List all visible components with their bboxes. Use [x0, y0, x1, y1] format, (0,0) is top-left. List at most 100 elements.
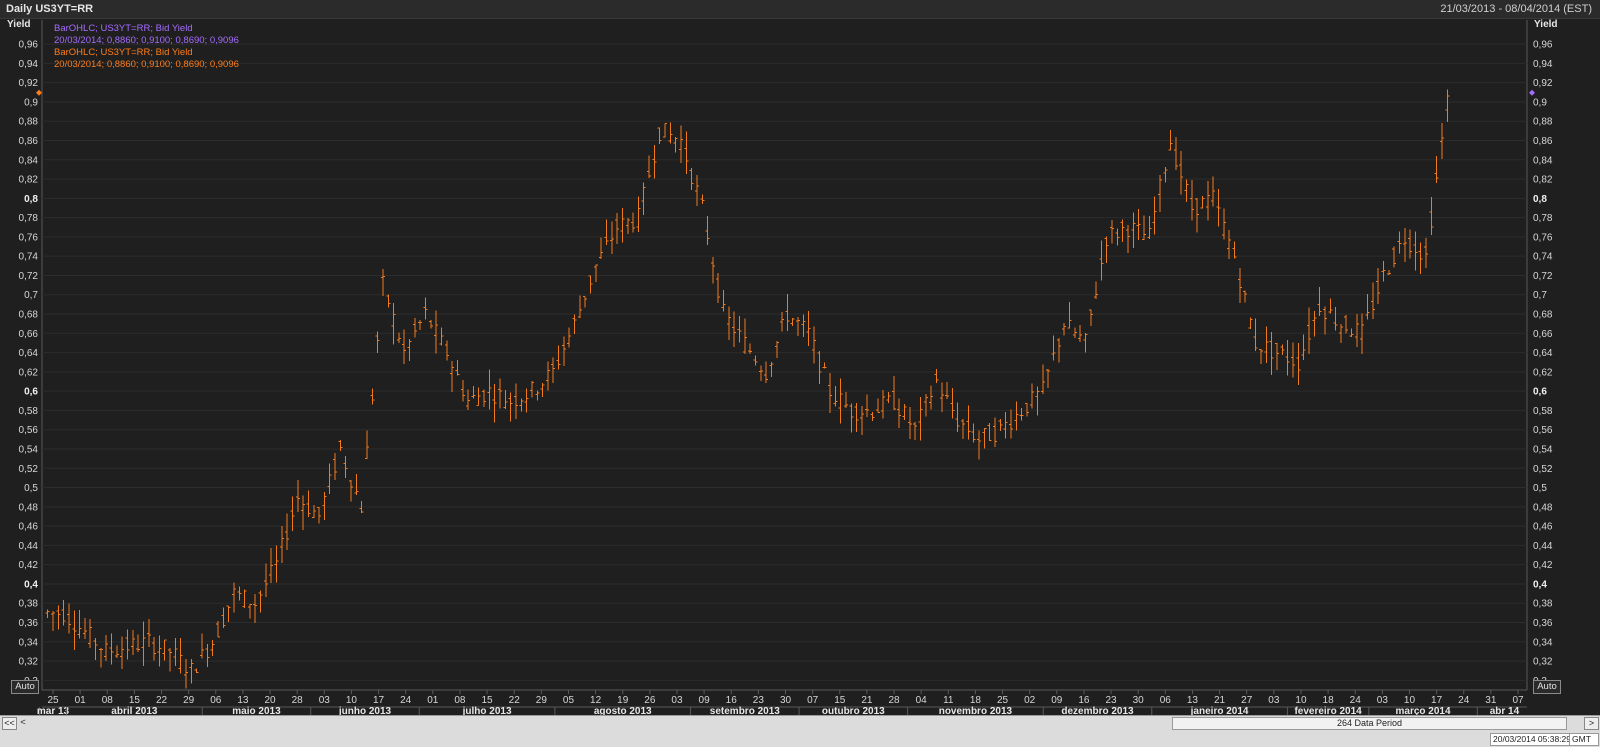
y-tick-label-left: 0,96 — [19, 40, 39, 51]
y-tick-label-right: 0,58 — [1533, 406, 1553, 417]
x-tick-label: 23 — [753, 695, 765, 706]
ohlc-bar — [1418, 242, 1423, 274]
ohlc-bar — [1354, 313, 1359, 347]
y-tick-label-left: 0,9 — [24, 97, 38, 108]
y-tick-label-right: 0,48 — [1533, 502, 1553, 513]
ohlc-bar — [529, 380, 534, 398]
y-tick-label-left: 0,38 — [19, 599, 39, 610]
ohlc-bar — [61, 600, 66, 626]
ohlc-bar — [1094, 281, 1099, 300]
auto-scale-left-button[interactable]: Auto — [11, 680, 39, 694]
scroll-left-button[interactable]: < — [18, 717, 28, 728]
y-tick-label-left: 0,46 — [19, 522, 39, 533]
y-tick-label-left: 0,64 — [19, 348, 39, 359]
y-tick-label-right: 0,8 — [1533, 194, 1547, 205]
ohlc-bar — [45, 609, 50, 618]
ohlc-bar — [1365, 293, 1370, 320]
ohlc-bar — [535, 390, 540, 401]
ohlc-bar — [1120, 219, 1125, 243]
ohlc-bar — [891, 375, 896, 411]
ohlc-bar — [897, 398, 902, 428]
y-tick-label-right: 0,54 — [1533, 444, 1553, 455]
last-value-marker-right — [1529, 89, 1535, 96]
x-tick-label: 16 — [726, 695, 738, 706]
ohlc-bar — [1248, 317, 1253, 330]
y-tick-label-left: 0,36 — [19, 618, 39, 629]
ohlc-bar — [545, 361, 550, 391]
y-tick-label-right: 0,72 — [1533, 271, 1553, 282]
ohlc-bar — [466, 389, 471, 410]
ohlc-bar — [98, 647, 103, 668]
ohlc-bar — [104, 634, 109, 662]
y-tick-label-left: 0,82 — [19, 175, 39, 186]
ohlc-bar — [556, 345, 561, 370]
ohlc-bar — [152, 636, 157, 661]
ohlc-bar — [1376, 267, 1381, 305]
ohlc-bar — [849, 403, 854, 433]
last-value-marker-left — [36, 89, 42, 96]
ohlc-bar — [865, 394, 870, 417]
y-tick-label-right: 0,7 — [1533, 290, 1547, 301]
x-tick-label: 22 — [509, 695, 521, 706]
x-tick-label: 23 — [1105, 695, 1117, 706]
month-label: julho 2013 — [462, 706, 512, 715]
ohlc-bar — [1301, 334, 1306, 361]
ohlc-bar — [902, 403, 907, 421]
y-tick-label-left: 0,78 — [19, 213, 39, 224]
ohlc-bar — [109, 633, 114, 665]
ohlc-bar — [620, 208, 625, 243]
ohlc-bar — [769, 362, 774, 378]
ohlc-bar — [742, 318, 747, 354]
ohlc-bar — [540, 382, 545, 397]
y-tick-label-left: 0,88 — [19, 117, 39, 128]
x-tick-label: 08 — [454, 695, 466, 706]
ohlc-bar — [66, 603, 71, 634]
y-tick-label-right: 0,66 — [1533, 329, 1553, 340]
y-tick-label-right: 0,96 — [1533, 40, 1553, 51]
ohlc-bar — [279, 526, 284, 563]
scroll-thumb[interactable]: 264 Data Period — [1172, 717, 1567, 730]
ohlc-bar — [1056, 338, 1061, 363]
y-tick-label-right: 0,92 — [1533, 78, 1553, 89]
ohlc-bar — [923, 393, 928, 417]
x-tick-label: 28 — [888, 695, 900, 706]
ohlc-bar — [1402, 227, 1407, 262]
ohlc-bar — [833, 386, 838, 407]
ohlc-bar — [1173, 137, 1178, 171]
y-tick-label-left: 0,7 — [24, 290, 38, 301]
ohlc-bar — [168, 648, 173, 672]
ohlc-bar — [492, 383, 497, 423]
ohlc-bar — [950, 388, 955, 419]
ohlc-bar — [790, 317, 795, 327]
ohlc-chart[interactable]: 0,30,30,320,320,340,340,360,360,380,380,… — [0, 0, 1600, 715]
y-tick-label-left: 0,84 — [19, 155, 39, 166]
ohlc-bar — [82, 618, 87, 640]
ohlc-bar — [1370, 282, 1375, 319]
scroll-start-button[interactable]: << — [2, 717, 17, 730]
ohlc-bar — [577, 295, 582, 319]
x-tick-label: 10 — [1404, 695, 1416, 706]
ohlc-bar — [918, 397, 923, 441]
ohlc-bar — [1243, 290, 1248, 303]
ohlc-bar — [812, 326, 817, 364]
ohlc-bar — [386, 294, 391, 308]
ohlc-bar — [1259, 348, 1264, 365]
scroll-right-button[interactable]: > — [1584, 717, 1599, 730]
y-tick-label-right: 0,78 — [1533, 213, 1553, 224]
ohlc-bar — [333, 452, 338, 481]
x-tick-label: 30 — [780, 695, 792, 706]
ohlc-bar — [1275, 342, 1280, 370]
ohlc-bar — [1221, 208, 1226, 240]
y-tick-label-left: 0,42 — [19, 560, 39, 571]
ohlc-bar — [380, 269, 385, 296]
y-tick-label-left: 0,62 — [19, 367, 39, 378]
x-tick-label: 10 — [1295, 695, 1307, 706]
auto-scale-right-button[interactable]: Auto — [1533, 680, 1561, 694]
chart-scrollbar[interactable]: << < 264 Data Period > — [0, 715, 1600, 730]
ohlc-bar — [77, 609, 82, 639]
x-tick-label: 06 — [210, 695, 222, 706]
ohlc-bar — [1024, 402, 1029, 417]
ohlc-bar — [455, 360, 460, 376]
x-tick-label: 25 — [47, 695, 59, 706]
month-label: janeiro 2014 — [1190, 706, 1249, 715]
